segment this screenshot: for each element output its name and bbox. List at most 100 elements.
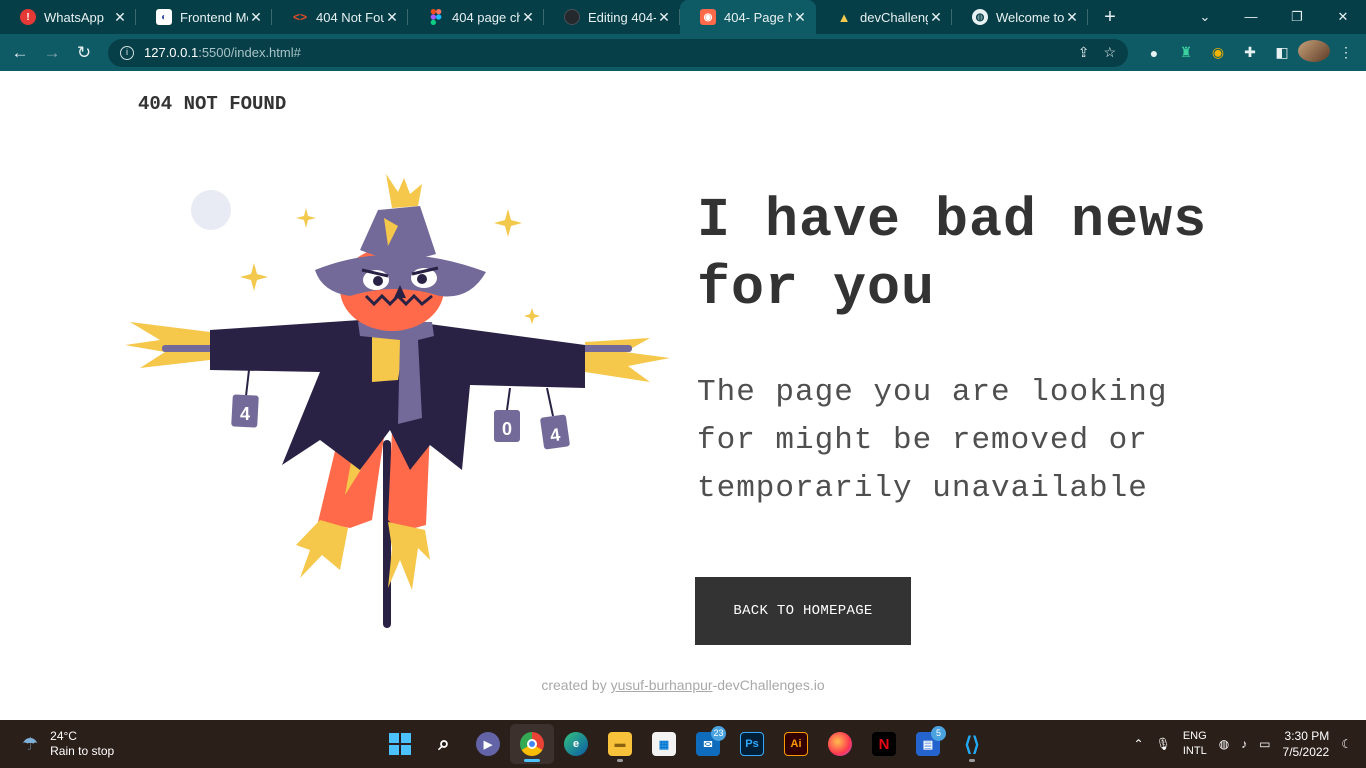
close-window-icon[interactable]: ✕ (1320, 0, 1366, 34)
figma-icon (428, 9, 444, 25)
tab-firebase[interactable]: ◍ Welcome to Firebase ✕ (952, 0, 1088, 34)
vscode-icon: ⟨⟩ (964, 733, 980, 756)
taskbar: ☂ 24°C Rain to stop ⌕ ▶ e ▬ ▦ ✉ 23 Ps Ai … (0, 720, 1366, 768)
weather-widget[interactable]: ☂ 24°C Rain to stop (22, 729, 114, 759)
profile-avatar[interactable] (1298, 40, 1330, 65)
can-label: 4 (240, 404, 250, 424)
color-extension-icon[interactable]: ◉ (1202, 44, 1234, 61)
taskbar-teams[interactable]: ▶ (466, 724, 510, 764)
extensions-area: ● ♜ ◉ ✚ ◧ ⋮ (1138, 40, 1362, 65)
back-icon[interactable]: ← (4, 43, 36, 63)
can-label: 0 (502, 419, 512, 439)
search-icon: ⌕ (438, 732, 450, 755)
github-icon (564, 9, 580, 25)
tab-title: devChallenges (860, 9, 928, 25)
scarecrow-illustration: 4 0 4 (125, 174, 670, 628)
taskbar-vscode[interactable]: ⟨⟩ (950, 724, 994, 764)
page-icon: ◉ (700, 9, 716, 25)
taskbar-netflix[interactable]: N (862, 724, 906, 764)
page-subtext: The page you are looking for might be re… (697, 375, 1168, 506)
chevron-up-icon[interactable]: ⌃ (1134, 737, 1144, 751)
tab-figma[interactable]: 404 page challenge ✕ (408, 0, 544, 34)
chevron-down-icon[interactable]: ⌄ (1182, 0, 1228, 34)
netflix-icon: N (872, 732, 896, 756)
taskbar-mail[interactable]: ✉ 23 (686, 724, 730, 764)
taskbar-illustrator[interactable]: Ai (774, 724, 818, 764)
address-bar[interactable]: i 127.0.0.1:5500/index.html# ⇪ ☆ (108, 38, 1128, 67)
whatsapp-icon: ! (20, 9, 36, 25)
forward-icon[interactable]: → (36, 43, 68, 63)
network-icon[interactable]: ◍ (1219, 737, 1229, 751)
minimize-icon[interactable]: — (1228, 0, 1274, 34)
photoshop-icon: Ps (740, 732, 764, 756)
tab-whatsapp[interactable]: ! WhatsApp ✕ (0, 0, 136, 34)
close-icon[interactable]: ✕ (792, 9, 808, 26)
frontend-mentor-icon: ◐ (156, 9, 172, 25)
back-to-homepage-button[interactable]: BACK TO HOMEPAGE (695, 577, 911, 645)
share-icon[interactable]: ⇪ (1078, 44, 1090, 61)
tab-devchallenges[interactable]: ▲ devChallenges ✕ (816, 0, 952, 34)
extension-icon[interactable]: ♜ (1170, 44, 1202, 61)
reload-icon[interactable]: ↻ (68, 43, 100, 63)
extension-icon[interactable]: ● (1138, 45, 1170, 61)
web-page: 404 NOT FOUND 4 0 4 I have bad news for … (0, 71, 1366, 720)
page-brand: 404 NOT FOUND (138, 93, 287, 115)
tab-github[interactable]: Editing 404-page ✕ (544, 0, 680, 34)
info-icon[interactable]: i (120, 45, 134, 60)
tab-strip: ! WhatsApp ✕ ◐ Frontend Mentor ✕ <> 404 … (0, 0, 1366, 34)
chrome-icon (520, 732, 544, 756)
browser-toolbar: ← → ↻ i 127.0.0.1:5500/index.html# ⇪ ☆ ●… (0, 34, 1366, 71)
taskbar-search[interactable]: ⌕ (422, 724, 466, 764)
start-button[interactable] (378, 724, 422, 764)
close-icon[interactable]: ✕ (928, 9, 944, 26)
close-icon[interactable]: ✕ (520, 9, 536, 26)
windows-icon (388, 732, 412, 756)
taskbar-apps: ⌕ ▶ e ▬ ▦ ✉ 23 Ps Ai N ▤ 5 ⟨⟩ (378, 724, 994, 764)
illustrator-icon: Ai (784, 732, 808, 756)
close-icon[interactable]: ✕ (1064, 9, 1080, 26)
window-controls: ⌄ — ❐ ✕ (1182, 0, 1366, 34)
tab-404-not-found[interactable]: <> 404 Not Found ✕ (272, 0, 408, 34)
volume-icon[interactable]: ♪ (1241, 737, 1247, 751)
globe-icon: ◍ (972, 9, 988, 25)
new-tab-button[interactable]: + (1092, 6, 1128, 29)
tab-title: Frontend Mentor (180, 9, 248, 25)
url-text[interactable]: 127.0.0.1:5500/index.html# (144, 45, 1064, 60)
taskbar-edge[interactable]: e (554, 724, 598, 764)
footer-credit: created by yusuf-burhanpur-devChallenges… (541, 677, 825, 693)
close-icon[interactable]: ✕ (656, 9, 672, 26)
credit-link[interactable]: yusuf-burhanpur (611, 677, 713, 693)
taskbar-photoshop[interactable]: Ps (730, 724, 774, 764)
edge-icon: e (564, 732, 588, 756)
close-icon[interactable]: ✕ (384, 9, 400, 26)
weather-desc: Rain to stop (50, 744, 115, 758)
taskbar-firefox[interactable] (818, 724, 862, 764)
tab-title: 404 Not Found (316, 9, 384, 25)
code-icon: <> (292, 10, 307, 24)
taskbar-store[interactable]: ▦ (642, 724, 686, 764)
folder-icon: ▬ (608, 732, 632, 756)
restore-icon[interactable]: ❐ (1274, 0, 1320, 34)
moon-icon[interactable]: ☾ (1341, 737, 1352, 751)
devchallenges-icon: ▲ (837, 9, 851, 25)
sidepanel-icon[interactable]: ◧ (1266, 44, 1298, 61)
puzzle-icon[interactable]: ✚ (1234, 44, 1266, 61)
close-icon[interactable]: ✕ (248, 9, 264, 26)
weather-temp: 24°C (50, 729, 77, 743)
star-icon[interactable]: ☆ (1103, 44, 1116, 61)
store-icon: ▦ (652, 732, 676, 756)
tab-frontend-mentor[interactable]: ◐ Frontend Mentor ✕ (136, 0, 272, 34)
battery-icon[interactable]: ▭ (1259, 737, 1270, 751)
taskbar-todo[interactable]: ▤ 5 (906, 724, 950, 764)
microphone-icon[interactable]: 🎙︎ (1156, 737, 1171, 751)
language-indicator[interactable]: ENG INTL (1183, 729, 1207, 759)
menu-icon[interactable]: ⋮ (1330, 44, 1362, 61)
system-tray: ⌃ 🎙︎ ENG INTL ◍ ♪ ▭ 3:30 PM 7/5/2022 ☾ (1122, 720, 1352, 768)
tab-title: 404- Page Not Found (724, 9, 792, 25)
tab-404-page[interactable]: ◉ 404- Page Not Found ✕ (680, 0, 816, 34)
taskbar-explorer[interactable]: ▬ (598, 724, 642, 764)
taskbar-chrome[interactable] (510, 724, 554, 764)
close-icon[interactable]: ✕ (112, 9, 128, 26)
teams-icon: ▶ (476, 732, 500, 756)
clock[interactable]: 3:30 PM 7/5/2022 (1283, 728, 1330, 760)
